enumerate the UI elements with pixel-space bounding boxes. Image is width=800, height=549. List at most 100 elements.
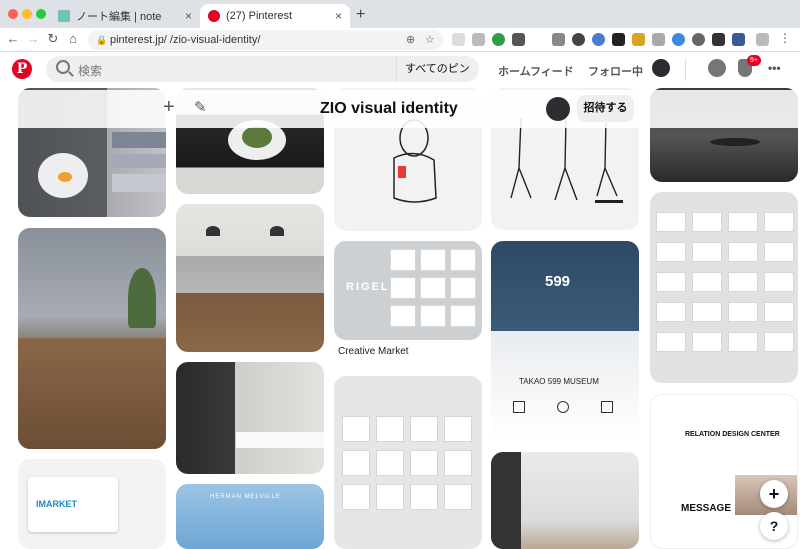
pin-caption[interactable]: Creative Market	[338, 346, 409, 357]
slide-thumb	[376, 450, 404, 476]
close-tab-icon[interactable]: ×	[185, 9, 192, 23]
browser-tab-bar: ノート編集 | note × (27) Pinterest × +	[0, 0, 800, 28]
close-tab-icon[interactable]: ×	[335, 9, 342, 23]
slide-thumb	[342, 484, 370, 510]
close-window-button[interactable]	[8, 9, 18, 19]
slide-thumb	[656, 272, 686, 292]
board-header: + ✎ ZIO visual identity 招待する	[0, 90, 800, 128]
slide-thumb	[692, 332, 722, 352]
pinterest-logo-icon[interactable]: P	[12, 59, 32, 79]
pendant-lamp-image	[270, 226, 284, 236]
slide-thumb	[764, 332, 794, 352]
profile-avatar[interactable]	[652, 59, 670, 77]
extension-icon[interactable]	[592, 33, 605, 46]
divider	[685, 59, 686, 81]
tab-title: (27) Pinterest	[226, 10, 293, 22]
url-bar[interactable]: 🔒 pinterest.jp/ /zio-visual-identity/ ⊕ …	[88, 30, 443, 50]
bookmark-star-icon[interactable]: ☆	[425, 30, 435, 50]
zoom-icon[interactable]: ⊕	[406, 30, 415, 50]
menu-kebab-icon[interactable]: ⋮	[776, 31, 794, 45]
extension-icon[interactable]	[692, 33, 705, 46]
invite-button[interactable]: 招待する	[577, 95, 634, 122]
extension-icon[interactable]	[532, 33, 545, 46]
extension-icon[interactable]	[756, 33, 769, 46]
address-toolbar: ← → ↻ ⌂ 🔒 pinterest.jp/ /zio-visual-iden…	[0, 28, 800, 52]
forward-button[interactable]: →	[24, 31, 42, 46]
pin-dining-room[interactable]	[176, 204, 324, 352]
imarket-label: IMARKET	[36, 499, 77, 509]
museum-icon	[601, 401, 613, 413]
slide-thumb	[692, 212, 722, 232]
back-button[interactable]: ←	[4, 31, 22, 46]
extension-icon[interactable]	[632, 33, 645, 46]
slide-thumb	[444, 484, 472, 510]
search-scope-label: すべてのピン	[405, 63, 470, 75]
tab-pinterest[interactable]: (27) Pinterest ×	[200, 4, 350, 28]
slide-thumb	[420, 277, 446, 299]
extension-icon[interactable]	[652, 33, 665, 46]
slide-thumb	[728, 332, 758, 352]
tab-title: ノート編集 | note	[76, 11, 162, 23]
pin-kitchen-photo[interactable]	[18, 228, 166, 449]
help-button[interactable]: ?	[760, 512, 788, 540]
pin-cafe-counter[interactable]	[176, 362, 324, 474]
lock-icon: 🔒	[96, 35, 108, 45]
following-link[interactable]: フォロー中	[588, 63, 643, 79]
pin-rigel[interactable]: RIGEL	[334, 241, 482, 340]
extension-icon[interactable]	[472, 33, 485, 46]
slide-thumb	[410, 416, 438, 442]
swatch	[112, 132, 166, 148]
swatch	[112, 154, 166, 168]
slide-thumb	[390, 277, 416, 299]
messages-icon[interactable]	[708, 59, 726, 77]
new-tab-button[interactable]: +	[356, 6, 365, 24]
pinterest-favicon-icon	[208, 10, 220, 22]
minimize-window-button[interactable]	[22, 9, 32, 19]
slide-thumb	[376, 416, 404, 442]
collaborator-avatar[interactable]	[546, 97, 570, 121]
more-options-icon[interactable]: •••	[768, 61, 781, 75]
extension-icon[interactable]	[612, 33, 625, 46]
slide-thumb	[420, 305, 446, 327]
slide-thumb	[420, 249, 446, 271]
home-button[interactable]: ⌂	[64, 31, 82, 46]
floating-add-button[interactable]: +	[760, 480, 788, 508]
reload-button[interactable]: ↻	[44, 31, 62, 47]
slide-thumb	[764, 272, 794, 292]
extension-icon[interactable]	[552, 33, 565, 46]
search-input[interactable]: 検索 すべてのピン ⌄	[46, 56, 479, 101]
edit-board-pencil-icon[interactable]: ✎	[194, 98, 207, 116]
home-feed-link[interactable]: ホームフィード	[498, 63, 574, 79]
slide-thumb	[692, 272, 722, 292]
slide-thumb	[764, 302, 794, 322]
pin-presentation-grid[interactable]	[334, 376, 482, 549]
slide-thumb	[728, 302, 758, 322]
museum-icon	[557, 401, 569, 413]
extension-icon[interactable]	[712, 33, 725, 46]
table-image	[710, 138, 760, 146]
pinterest-extension-icon[interactable]	[572, 33, 585, 46]
pin-imarket[interactable]: IMARKET	[18, 459, 166, 549]
zoom-window-button[interactable]	[36, 9, 46, 19]
facebook-icon[interactable]	[732, 33, 745, 46]
salad-image	[242, 126, 272, 148]
slide-thumb	[656, 242, 686, 262]
pin-slide-collection[interactable]	[650, 192, 798, 383]
extension-icon[interactable]	[452, 33, 465, 46]
slide-thumb	[656, 212, 686, 232]
plant-image	[128, 268, 156, 328]
cabinet-image	[18, 338, 166, 449]
evernote-icon[interactable]	[492, 33, 505, 46]
pin-wall-photo[interactable]	[491, 452, 639, 549]
museum-number: 599	[545, 273, 571, 290]
search-icon	[56, 60, 70, 74]
tab-note[interactable]: ノート編集 | note ×	[50, 4, 200, 28]
search-scope-dropdown[interactable]: すべてのピン ⌄	[396, 56, 479, 101]
slide-thumb	[390, 305, 416, 327]
add-pin-button[interactable]: +	[163, 96, 175, 119]
extension-icon[interactable]	[672, 33, 685, 46]
pin-herman-melville[interactable]: HERMAN MELVILLE	[176, 484, 324, 549]
extension-icon[interactable]	[512, 33, 525, 46]
pin-museum-branding[interactable]: 599 TAKAO 599 MUSEUM	[491, 241, 639, 441]
slide-thumb	[410, 484, 438, 510]
